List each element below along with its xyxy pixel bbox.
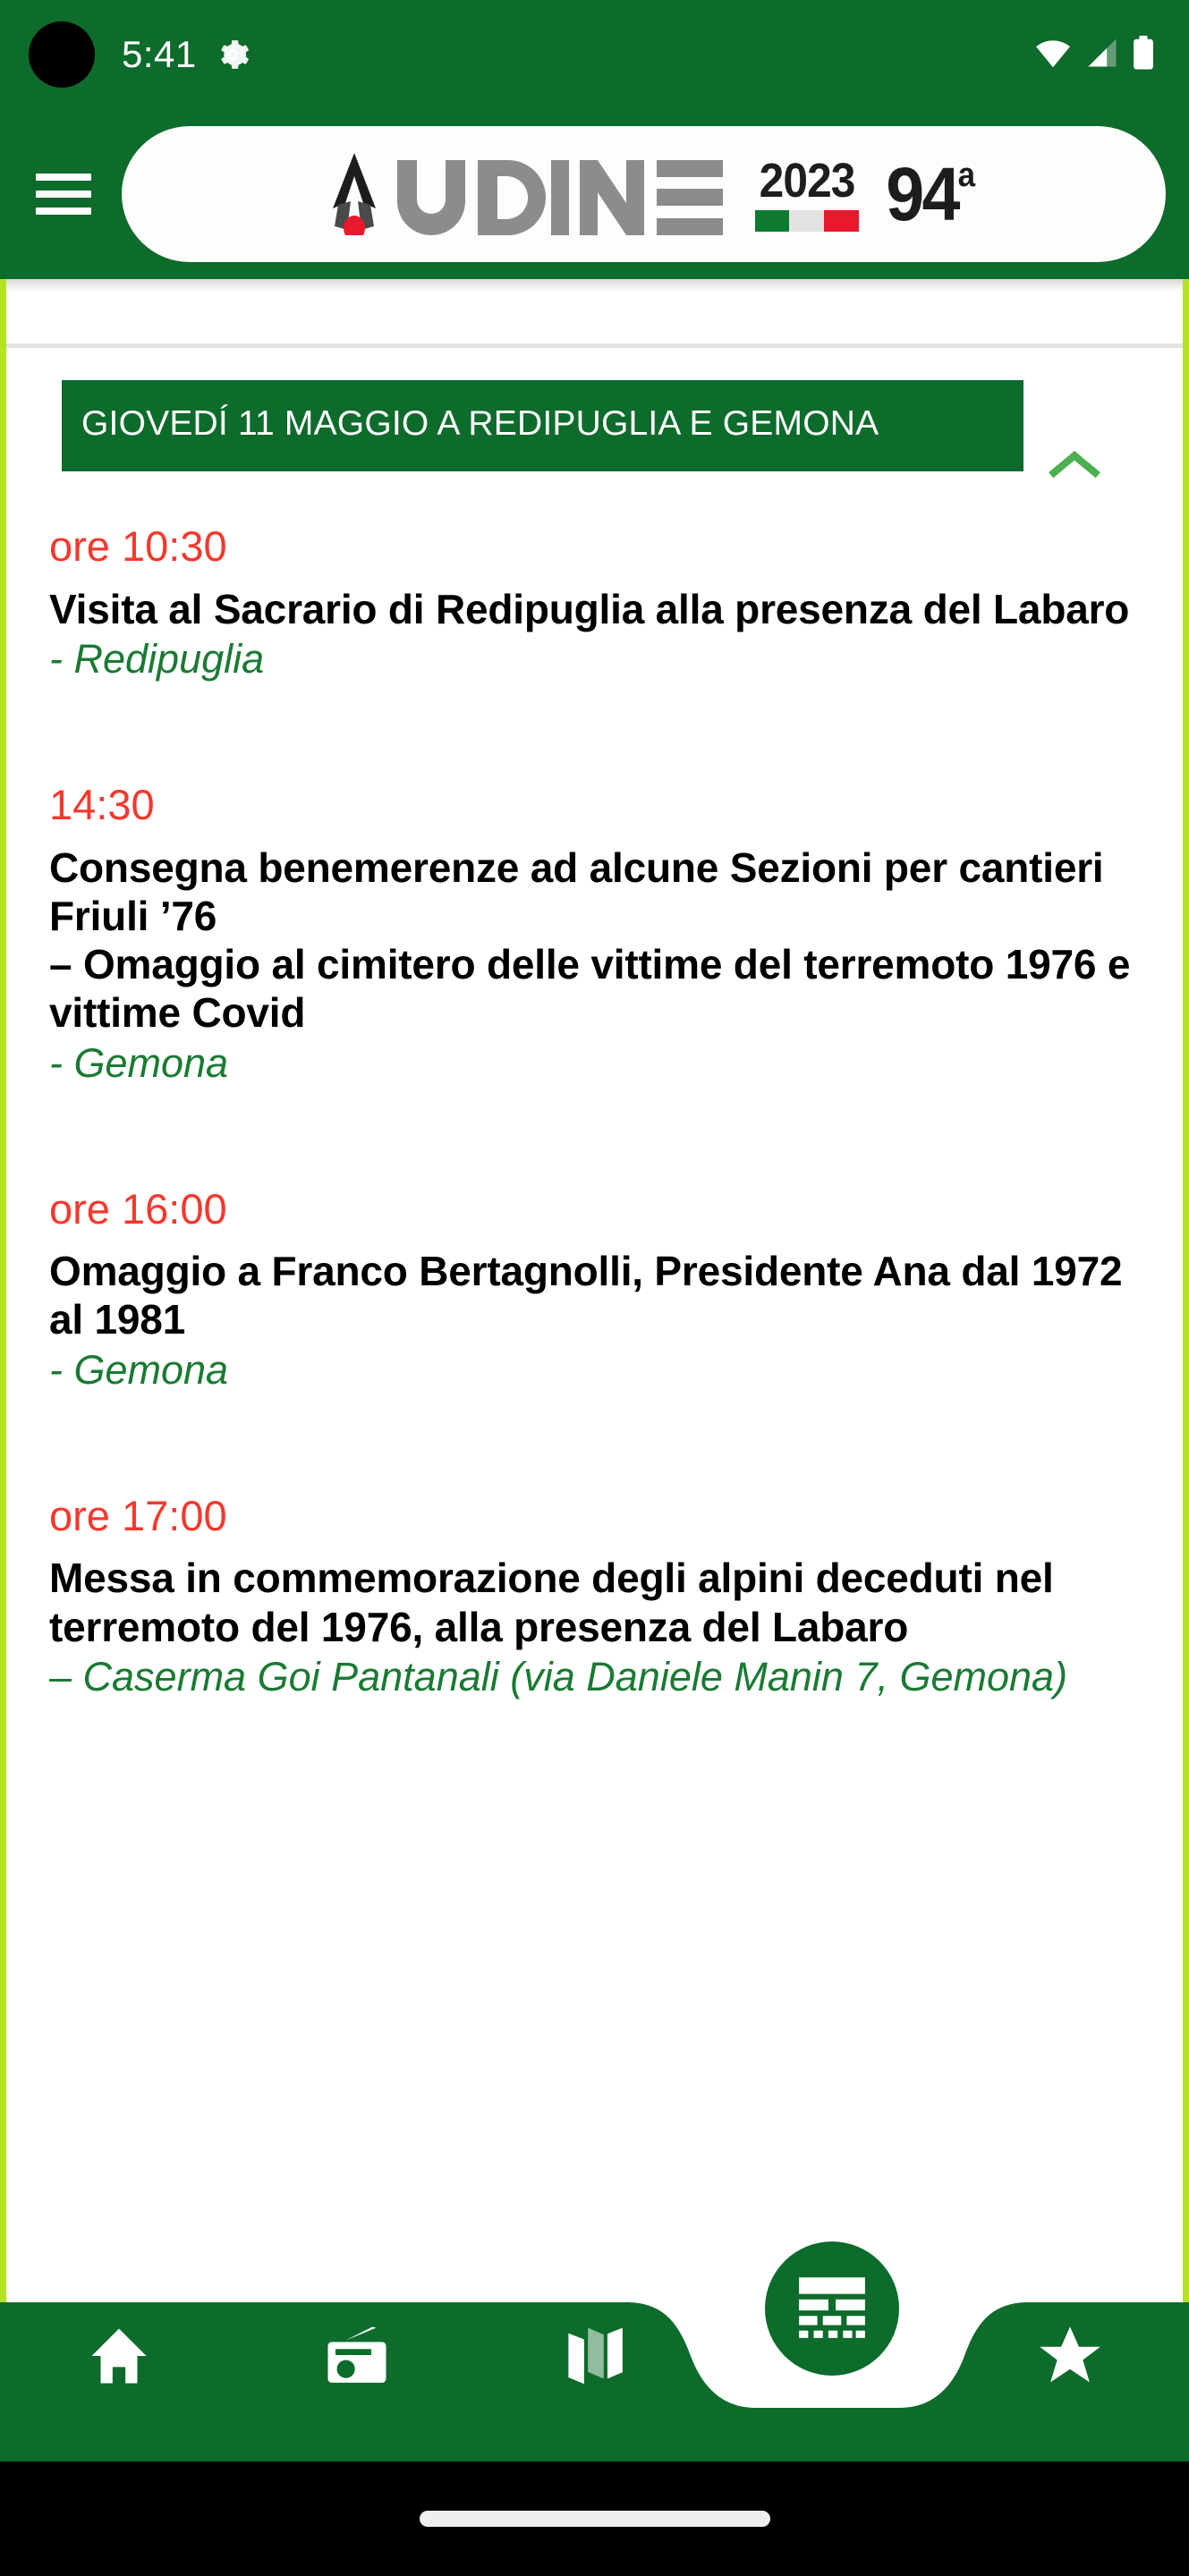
event-time: ore 17:00 [49, 1491, 227, 1539]
home-icon [84, 2321, 154, 2395]
event-place: - Gemona [49, 1039, 229, 1086]
star-icon [1033, 2319, 1107, 2397]
edition-number-block: 94 a [886, 152, 975, 236]
hamburger-menu-icon[interactable] [36, 174, 91, 215]
cellular-signal-icon [1085, 37, 1119, 73]
event-item[interactable]: ore 16:00 Omaggio a Franco Bertagnolli, … [49, 1184, 1142, 1394]
day-header-title: GIOVEDÍ 11 MAGGIO A REDIPUGLIA E GEMONA [62, 380, 1023, 472]
status-bar-icons [1033, 35, 1155, 75]
content-top-shadow [6, 279, 1183, 292]
event-spacer [49, 1088, 1142, 1136]
event-time: 14:30 [49, 780, 155, 828]
event-place: - Redipuglia [49, 635, 265, 682]
event-time: ore 10:30 [49, 522, 227, 571]
event-item[interactable]: 14:30 Consegna benemerenze ad alcune Sez… [49, 780, 1142, 1088]
app-bar: 2023 94 a [0, 109, 1189, 279]
event-title: Visita al Sacrario di Redipuglia alla pr… [49, 585, 1130, 632]
bottom-nav-items: Home Radio [0, 2241, 1189, 2462]
camera-cutout [29, 21, 95, 88]
nav-item-radio[interactable]: Radio [238, 2308, 476, 2408]
hamburger-bar [36, 191, 91, 198]
event-title: Messa in commemorazione degli alpini dec… [49, 1555, 1054, 1650]
event-spacer [49, 1394, 1142, 1443]
udine-wordmark-icon [311, 153, 732, 235]
day-header[interactable]: GIOVEDÍ 11 MAGGIO A REDIPUGLIA E GEMONA [62, 380, 1023, 472]
app-screen: 5:41 2023 94 a GIOVEDÍ 11 MAGGIO A REDIP… [0, 0, 1189, 2576]
nav-item-map[interactable]: Mappa [476, 2308, 714, 2408]
nav-item-favorites[interactable]: Preferiti [951, 2308, 1189, 2408]
content-area: GIOVEDÍ 11 MAGGIO A REDIPUGLIA E GEMONA … [0, 279, 1189, 2454]
app-logo[interactable]: 2023 94 a [122, 126, 1166, 262]
map-icon [559, 2321, 629, 2395]
bottom-navigation: Home Radio [0, 2241, 1189, 2462]
system-gesture-bar [0, 2462, 1189, 2576]
radio-icon [322, 2321, 392, 2395]
wifi-icon [1033, 37, 1073, 73]
program-fab-button[interactable] [765, 2241, 900, 2376]
event-title: Consegna benemerenze ad alcune Sezioni p… [49, 843, 1131, 1037]
edition-year-block: 2023 [754, 154, 859, 232]
status-bar: 5:41 [0, 0, 1189, 109]
chevron-up-icon[interactable] [1043, 433, 1106, 496]
status-bar-clock: 5:41 [122, 33, 197, 75]
edition-suffix: a [957, 157, 974, 194]
section-divider [6, 343, 1183, 348]
hamburger-bar [36, 174, 91, 181]
edition-number: 94 [886, 152, 960, 236]
italian-flag-icon [754, 210, 859, 232]
events-list: ore 10:30 Visita al Sacrario di Redipugl… [6, 522, 1183, 1701]
event-spacer [49, 683, 1142, 732]
event-item[interactable]: ore 10:30 Visita al Sacrario di Redipugl… [49, 522, 1142, 683]
event-place: - Gemona [49, 1346, 229, 1393]
event-time: ore 16:00 [49, 1184, 227, 1233]
battery-icon [1132, 35, 1155, 75]
event-place: – Caserma Goi Pantanali (via Daniele Man… [49, 1653, 1068, 1699]
edition-year: 2023 [759, 154, 855, 208]
gesture-handle[interactable] [419, 2511, 770, 2527]
nav-item-program[interactable]: Programma [713, 2241, 951, 2408]
event-item[interactable]: ore 17:00 Messa in commemorazione degli … [49, 1491, 1142, 1701]
nav-item-home[interactable]: Home [0, 2308, 238, 2408]
gear-icon [215, 37, 251, 72]
event-title: Omaggio a Franco Bertagnolli, Presidente… [49, 1248, 1123, 1343]
program-icon [795, 2275, 869, 2343]
hamburger-bar [36, 208, 91, 215]
